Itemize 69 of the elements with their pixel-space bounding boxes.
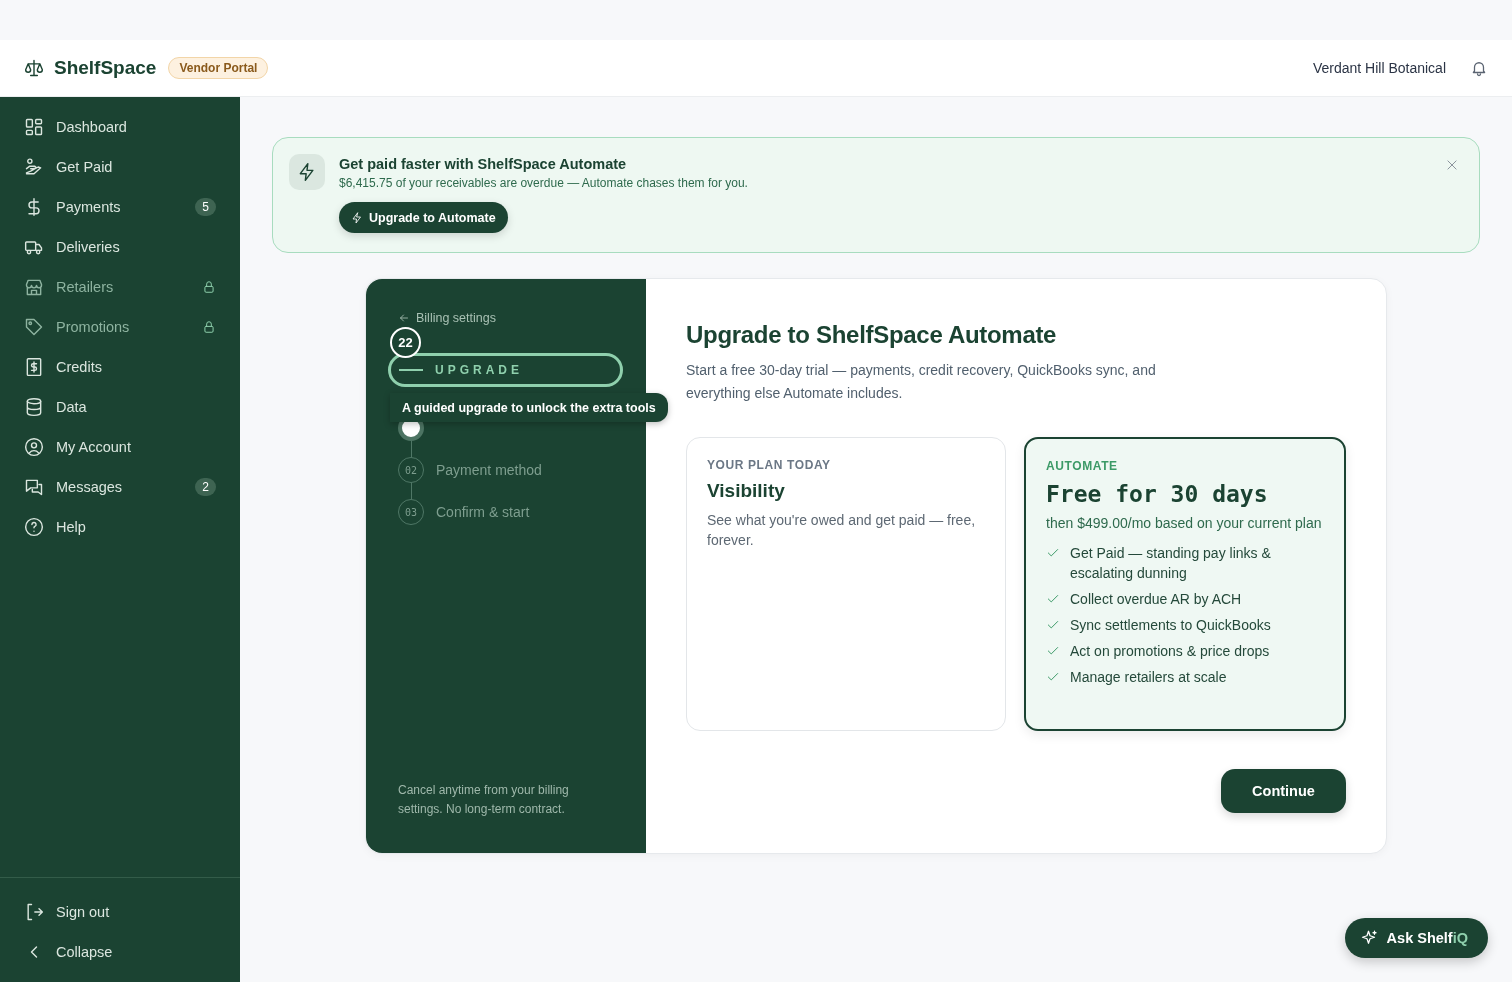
hand-coins-icon bbox=[24, 157, 44, 177]
lock-icon bbox=[202, 280, 216, 294]
nav-item[interactable]: Deliveries bbox=[0, 227, 240, 267]
scale-icon bbox=[24, 58, 44, 78]
offer-card[interactable] bbox=[1024, 437, 1346, 731]
dashboard-icon bbox=[24, 117, 44, 137]
plan-description: See what you're owed and get paid — free, forever. bbox=[707, 511, 977, 550]
step-number: 02 bbox=[398, 457, 424, 483]
count-badge: 5 bbox=[195, 198, 216, 216]
nav-item[interactable]: Promotions bbox=[0, 307, 240, 347]
feature-text: Collect overdue AR by ACH bbox=[1070, 590, 1242, 609]
brand-name: ShelfSpace bbox=[54, 57, 157, 79]
plan-eyebrow: YOUR PLAN TODAY bbox=[707, 458, 832, 472]
bell-icon bbox=[1470, 59, 1488, 77]
lightning-icon bbox=[351, 211, 363, 224]
tooltip: A guided upgrade to unlock the extra tools bbox=[390, 393, 668, 422]
arrow-left-icon bbox=[398, 312, 410, 324]
sparkle-icon bbox=[1360, 929, 1379, 947]
store-icon bbox=[24, 277, 44, 297]
check-icon bbox=[1046, 670, 1060, 684]
count-badge: 2 bbox=[195, 478, 216, 496]
intro-text: Start a free 30-day trial — payments, credit recovery, QuickBooks sync, and everything else Automate includes. bbox=[686, 361, 1157, 403]
nav-item[interactable]: Get Paid bbox=[0, 147, 240, 187]
feature-text: Sync settlements to QuickBooks bbox=[1070, 616, 1271, 635]
portal-badge: Vendor Portal bbox=[168, 57, 269, 79]
nav-item[interactable]: Data bbox=[0, 387, 240, 427]
tag-icon bbox=[24, 317, 44, 337]
check-icon bbox=[1046, 644, 1060, 658]
help-icon bbox=[24, 517, 44, 537]
footnote: Cancel anytime from your billing settings. No long-term contract. bbox=[398, 782, 570, 818]
receipt-icon bbox=[24, 357, 44, 377]
banner-message: $6,415.75 of your receivables are overdue — Automate chases them for you. bbox=[339, 176, 748, 190]
banner-title: Get paid faster with ShelfSpace Automate bbox=[339, 156, 628, 172]
database-icon bbox=[24, 397, 44, 417]
feature-text: Act on promotions & price drops bbox=[1070, 642, 1270, 661]
plan-description: then $499.00/mo based on your current plan bbox=[1046, 514, 1323, 533]
back-link[interactable]: Billing settings bbox=[398, 311, 496, 325]
feature-text: Manage retailers at scale bbox=[1070, 668, 1227, 687]
lock-icon bbox=[202, 320, 216, 334]
check-icon bbox=[1046, 618, 1060, 632]
upgrade-button[interactable]: Upgrade to Automate bbox=[339, 202, 508, 233]
nav-item[interactable]: Messages 2 bbox=[0, 467, 240, 507]
nav-item[interactable]: Retailers bbox=[0, 267, 240, 307]
dialog-title: Upgrade to ShelfSpace Automate bbox=[686, 321, 1058, 349]
close-icon[interactable] bbox=[1445, 158, 1459, 172]
step-number: 03 bbox=[398, 499, 424, 525]
nav-item[interactable]: Dashboard bbox=[0, 107, 240, 147]
plan-name: Free for 30 days bbox=[1046, 481, 1269, 507]
plan-eyebrow: AUTOMATE bbox=[1046, 459, 1119, 473]
nav-item[interactable]: Payments 5 bbox=[0, 187, 240, 227]
plan-name: Visibility bbox=[707, 480, 786, 502]
chat-icon bbox=[24, 477, 44, 497]
check-icon bbox=[1046, 592, 1060, 606]
check-icon bbox=[1046, 546, 1060, 560]
feature-text: Get Paid — standing pay links & escalating dunning bbox=[1070, 544, 1272, 583]
sign-out-icon bbox=[24, 902, 44, 922]
annotation-label: UPGRADE bbox=[435, 363, 523, 377]
step-label: Confirm & start bbox=[436, 504, 530, 520]
nav-item[interactable]: Help bbox=[0, 507, 240, 547]
user-circle-icon bbox=[24, 437, 44, 457]
nav-item[interactable]: Credits bbox=[0, 347, 240, 387]
nav-item[interactable]: Collapse bbox=[0, 932, 240, 972]
account-name[interactable]: Verdant Hill Botanical bbox=[1312, 60, 1446, 76]
nav-item[interactable]: My Account bbox=[0, 427, 240, 467]
continue-button[interactable]: Continue bbox=[1221, 769, 1346, 813]
assistant-button[interactable]: Ask ShelfiQ bbox=[1344, 918, 1488, 958]
annotation-number: 22 bbox=[390, 327, 421, 358]
nav-item[interactable]: Sign out bbox=[0, 892, 240, 932]
step-label: Payment method bbox=[436, 462, 542, 478]
